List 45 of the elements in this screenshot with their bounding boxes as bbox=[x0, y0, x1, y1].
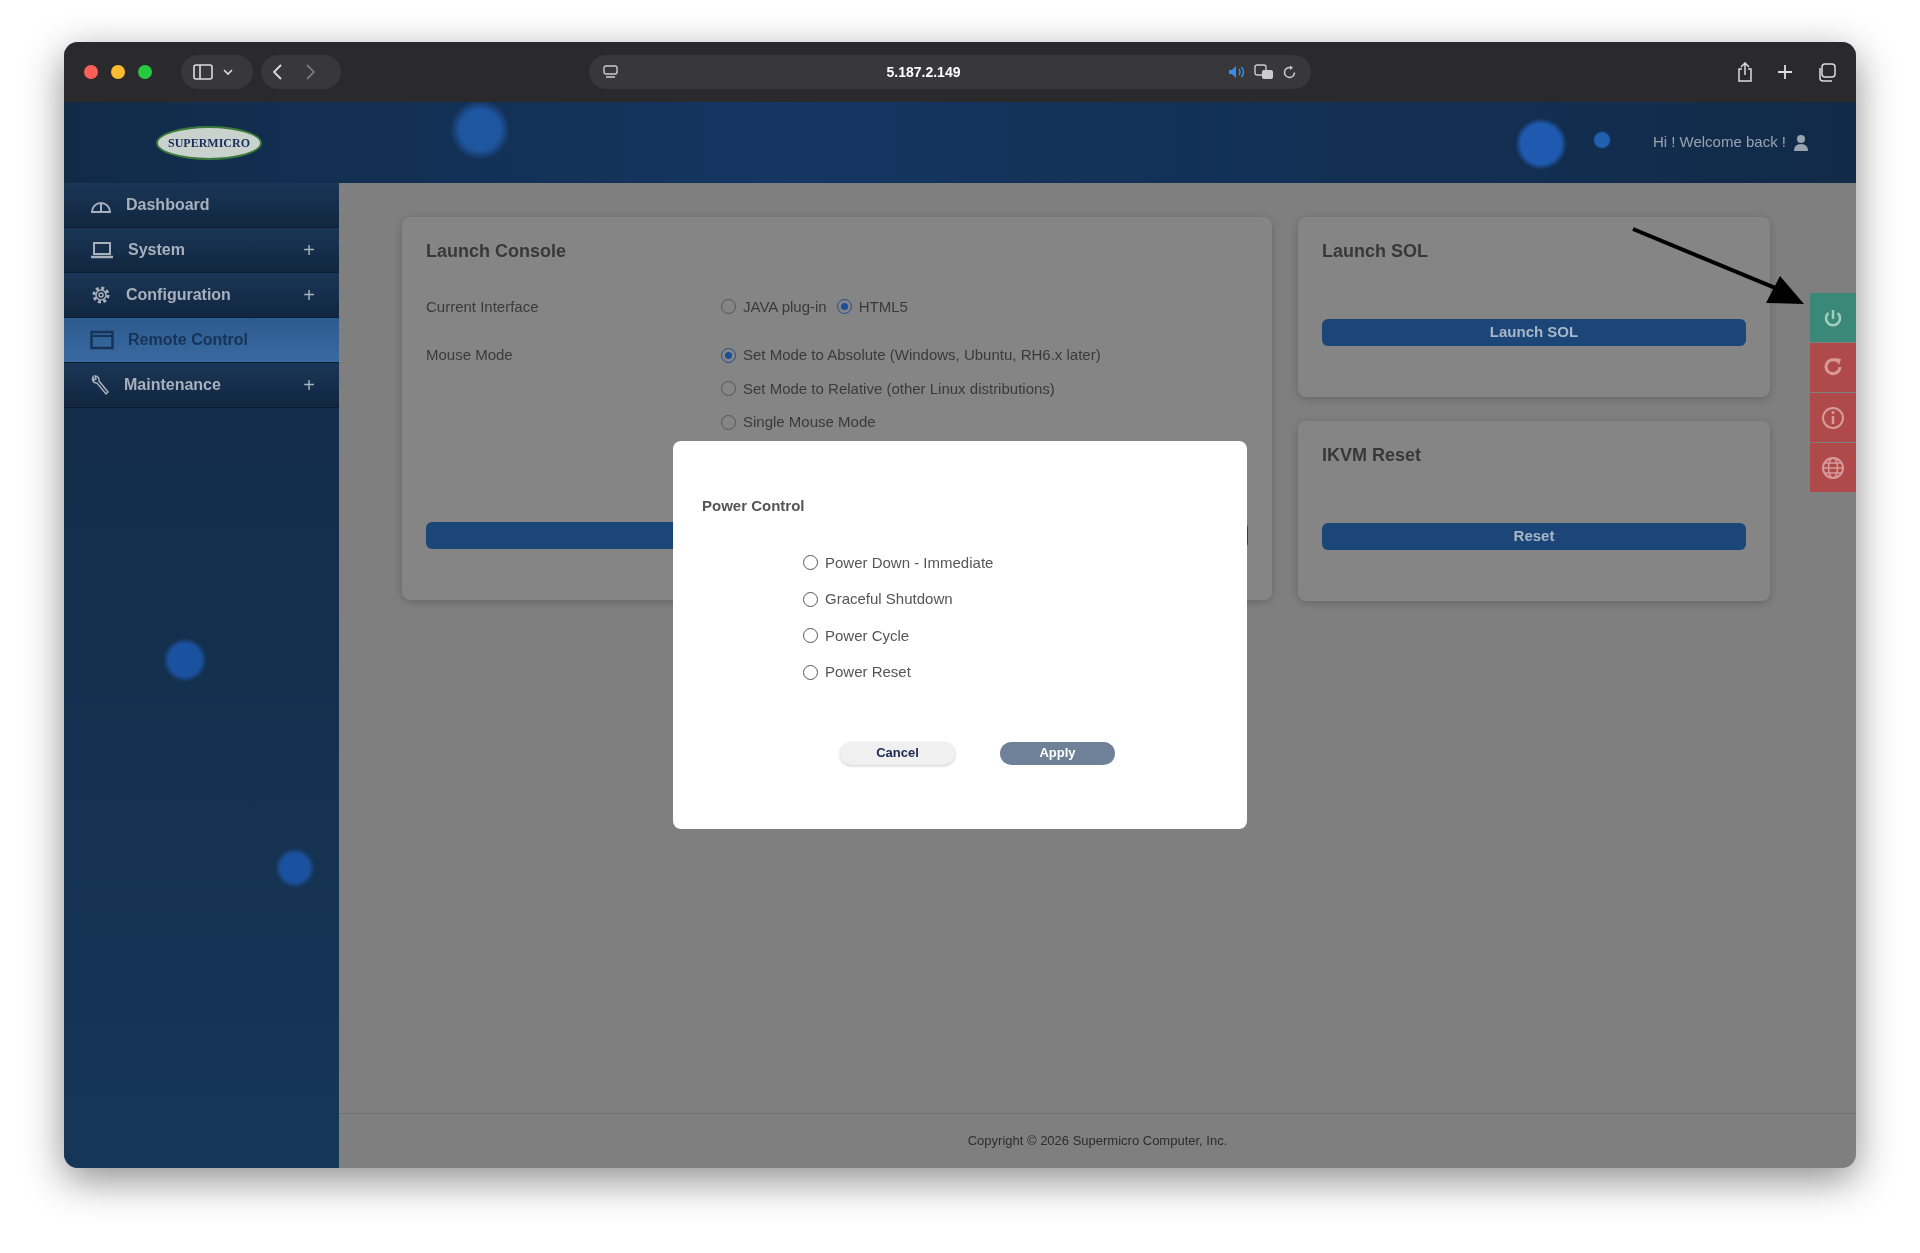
radio-option[interactable]: Power Down - Immediate bbox=[803, 551, 1217, 574]
sidebar-icon[interactable] bbox=[193, 64, 213, 80]
tabs-overview-icon[interactable] bbox=[1817, 62, 1836, 82]
zoom-window-button[interactable] bbox=[138, 65, 152, 79]
wrench-icon bbox=[90, 374, 110, 396]
sidebar-item[interactable]: System + bbox=[64, 228, 339, 273]
translate-icon[interactable] bbox=[1254, 64, 1274, 80]
radio-option[interactable]: Set Mode to Absolute (Windows, Ubuntu, RH6.x later) bbox=[721, 344, 1101, 367]
sidebar-item[interactable]: Dashboard bbox=[64, 183, 339, 228]
radio-option[interactable]: Graceful Shutdown bbox=[803, 588, 1217, 611]
reset-button[interactable]: Reset bbox=[1322, 522, 1746, 550]
sidebar-item[interactable]: Configuration + bbox=[64, 273, 339, 318]
card-title: Launch SOL bbox=[1322, 241, 1429, 263]
greeting-text: Hi ! Welcome back ! bbox=[1652, 132, 1786, 153]
dialog-title: Power Control bbox=[702, 496, 806, 516]
chevron-down-icon[interactable] bbox=[223, 68, 233, 76]
apply-button[interactable]: Apply bbox=[1000, 741, 1115, 765]
launch-sol-button[interactable]: Launch SOL bbox=[1322, 318, 1746, 346]
cancel-button[interactable]: Cancel bbox=[840, 741, 955, 765]
laptop-icon bbox=[90, 241, 114, 259]
window-icon bbox=[90, 330, 114, 350]
globe-icon bbox=[1820, 454, 1846, 481]
close-window-button[interactable] bbox=[84, 65, 98, 79]
user-icon[interactable] bbox=[1794, 134, 1808, 151]
field-label: Current Interface bbox=[426, 296, 540, 317]
card-title: Launch Console bbox=[426, 241, 567, 263]
info-icon bbox=[1820, 404, 1846, 431]
sidebar-item[interactable]: Maintenance + bbox=[64, 363, 339, 408]
radio-option[interactable]: Power Cycle bbox=[803, 624, 1217, 647]
card-title: IKVM Reset bbox=[1322, 445, 1423, 467]
address-text[interactable]: 5.187.2.149 bbox=[886, 64, 961, 80]
gear-icon bbox=[90, 284, 112, 306]
new-tab-icon[interactable] bbox=[1777, 64, 1793, 80]
field-label: Mouse Mode bbox=[426, 345, 514, 366]
minimize-window-button[interactable] bbox=[111, 65, 125, 79]
radio-option[interactable]: Power Reset bbox=[803, 661, 1217, 684]
share-icon[interactable] bbox=[1737, 62, 1753, 82]
reload-icon[interactable] bbox=[1282, 64, 1297, 80]
radio-option[interactable]: Set Mode to Relative (other Linux distributions) bbox=[721, 377, 1101, 401]
speaker-icon[interactable] bbox=[1228, 65, 1246, 79]
page-menu-icon[interactable] bbox=[603, 65, 619, 79]
back-icon[interactable] bbox=[273, 64, 282, 80]
copyright-text: Copyright © 2026 Supermicro Computer, Inc. bbox=[967, 1132, 1228, 1151]
forward-icon[interactable] bbox=[306, 64, 315, 80]
logo[interactable]: SUPERMICRO bbox=[156, 125, 262, 160]
